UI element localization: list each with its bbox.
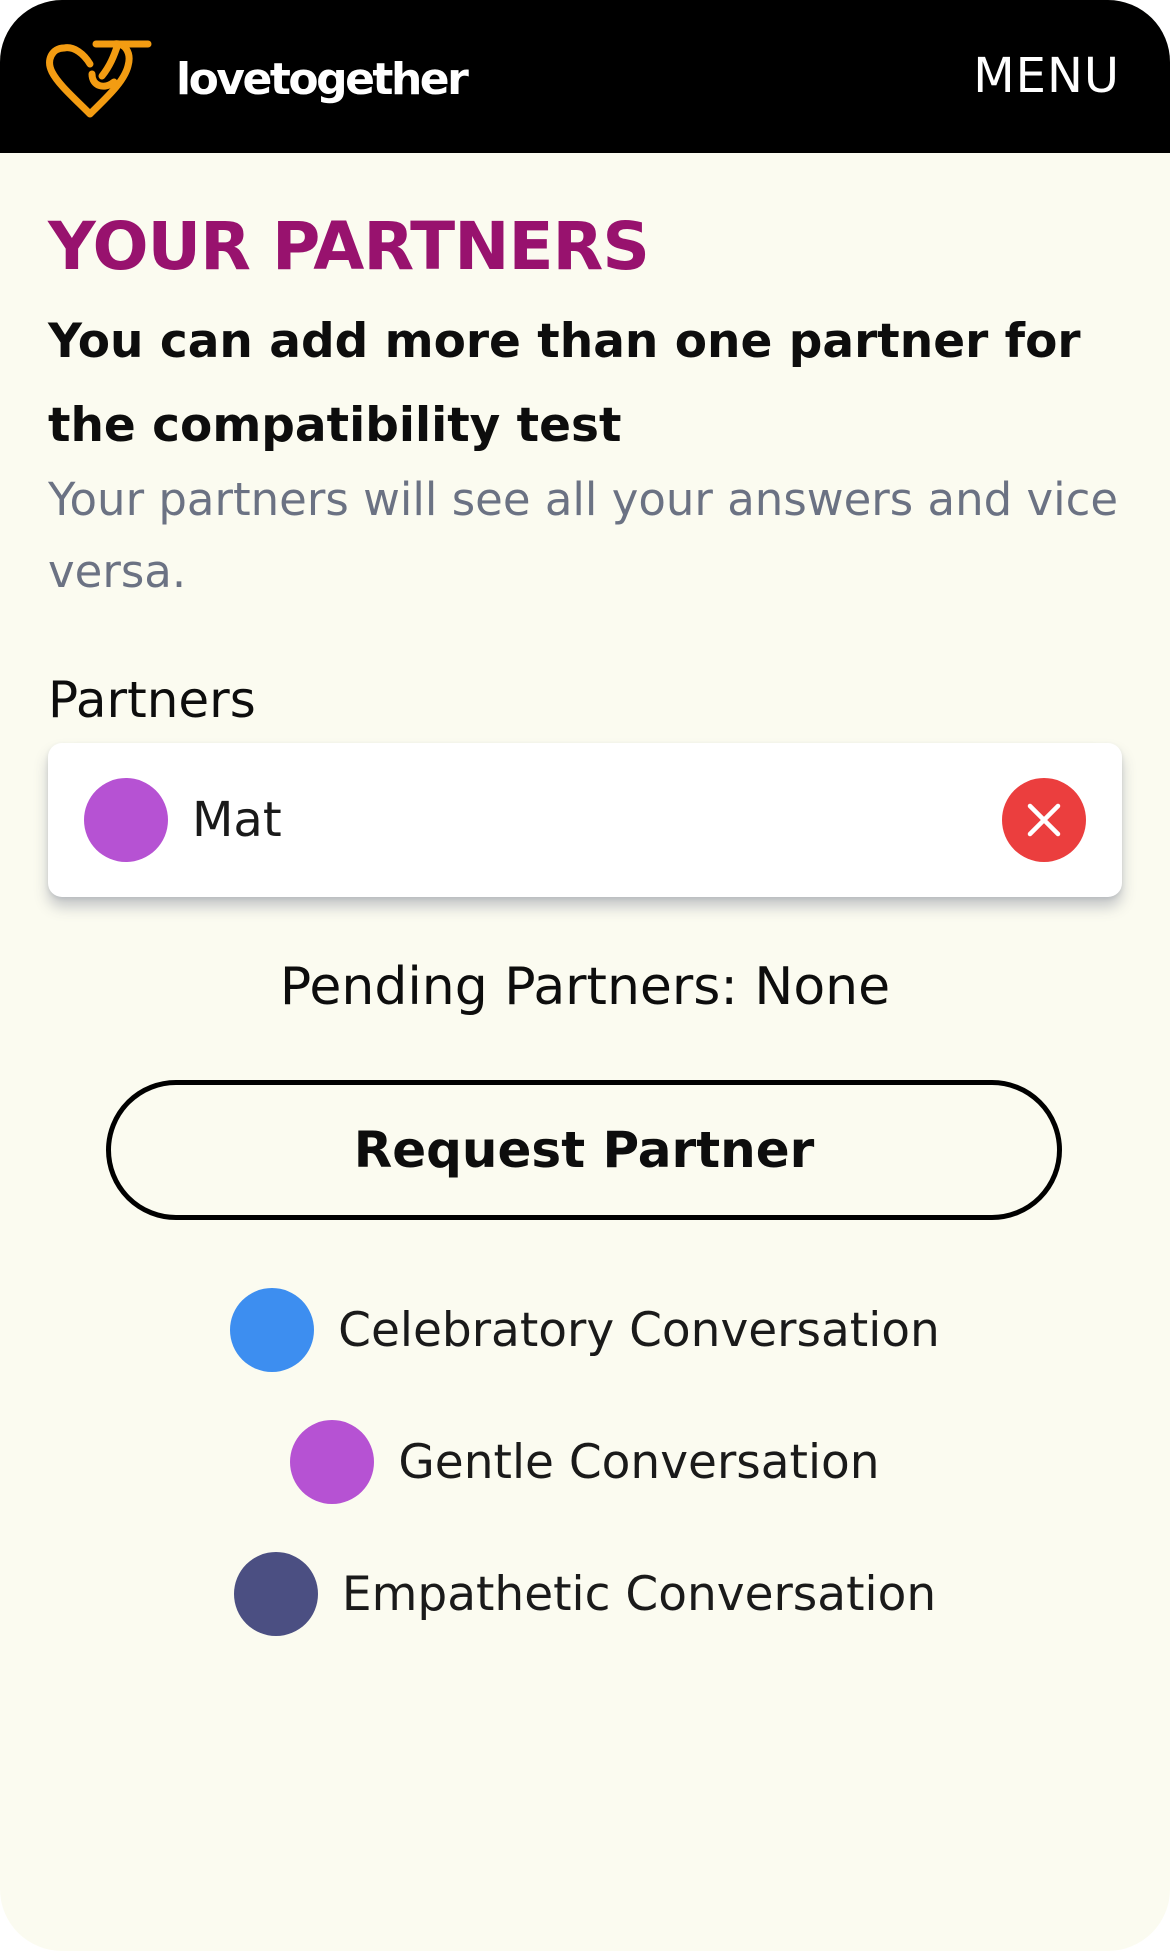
legend-item-gentle: Gentle Conversation — [0, 1396, 1170, 1528]
legend-label: Gentle Conversation — [398, 1434, 880, 1490]
page-description: Your partners will see all your answers … — [48, 473, 1119, 598]
legend-item-empathetic: Empathetic Conversation — [0, 1528, 1170, 1660]
partners-section-label: Partners — [48, 671, 256, 729]
brand-wordmark[interactable]: lovetogether — [176, 50, 469, 110]
conversation-legend: Celebratory Conversation Gentle Conversa… — [0, 1264, 1170, 1660]
legend-item-celebratory: Celebratory Conversation — [0, 1264, 1170, 1396]
menu-button[interactable]: MENU — [973, 44, 1120, 108]
app-screen: lovetogether MENU YOUR PARTNERS You can … — [0, 0, 1170, 1951]
partner-name: Mat — [192, 792, 282, 848]
partner-card: Mat — [48, 743, 1122, 897]
remove-partner-button[interactable] — [1002, 778, 1086, 862]
pending-partners-status: Pending Partners: None — [0, 950, 1170, 1024]
request-partner-button[interactable]: Request Partner — [106, 1080, 1062, 1220]
pending-partners-label: Pending Partners: — [279, 957, 738, 1017]
page-title: YOUR PARTNERS — [48, 208, 650, 285]
legend-color-dot — [290, 1420, 375, 1504]
page-subtitle: You can add more than one partner for th… — [48, 314, 1081, 453]
heart-logo-icon[interactable] — [44, 34, 156, 120]
legend-label: Empathetic Conversation — [341, 1566, 937, 1622]
top-navbar: lovetogether MENU — [0, 0, 1170, 153]
pending-partners-value: None — [754, 957, 891, 1017]
legend-label: Celebratory Conversation — [338, 1302, 940, 1358]
legend-color-dot — [233, 1552, 318, 1636]
partner-color-dot — [84, 778, 168, 862]
legend-color-dot — [230, 1288, 315, 1372]
close-icon — [1027, 803, 1061, 837]
